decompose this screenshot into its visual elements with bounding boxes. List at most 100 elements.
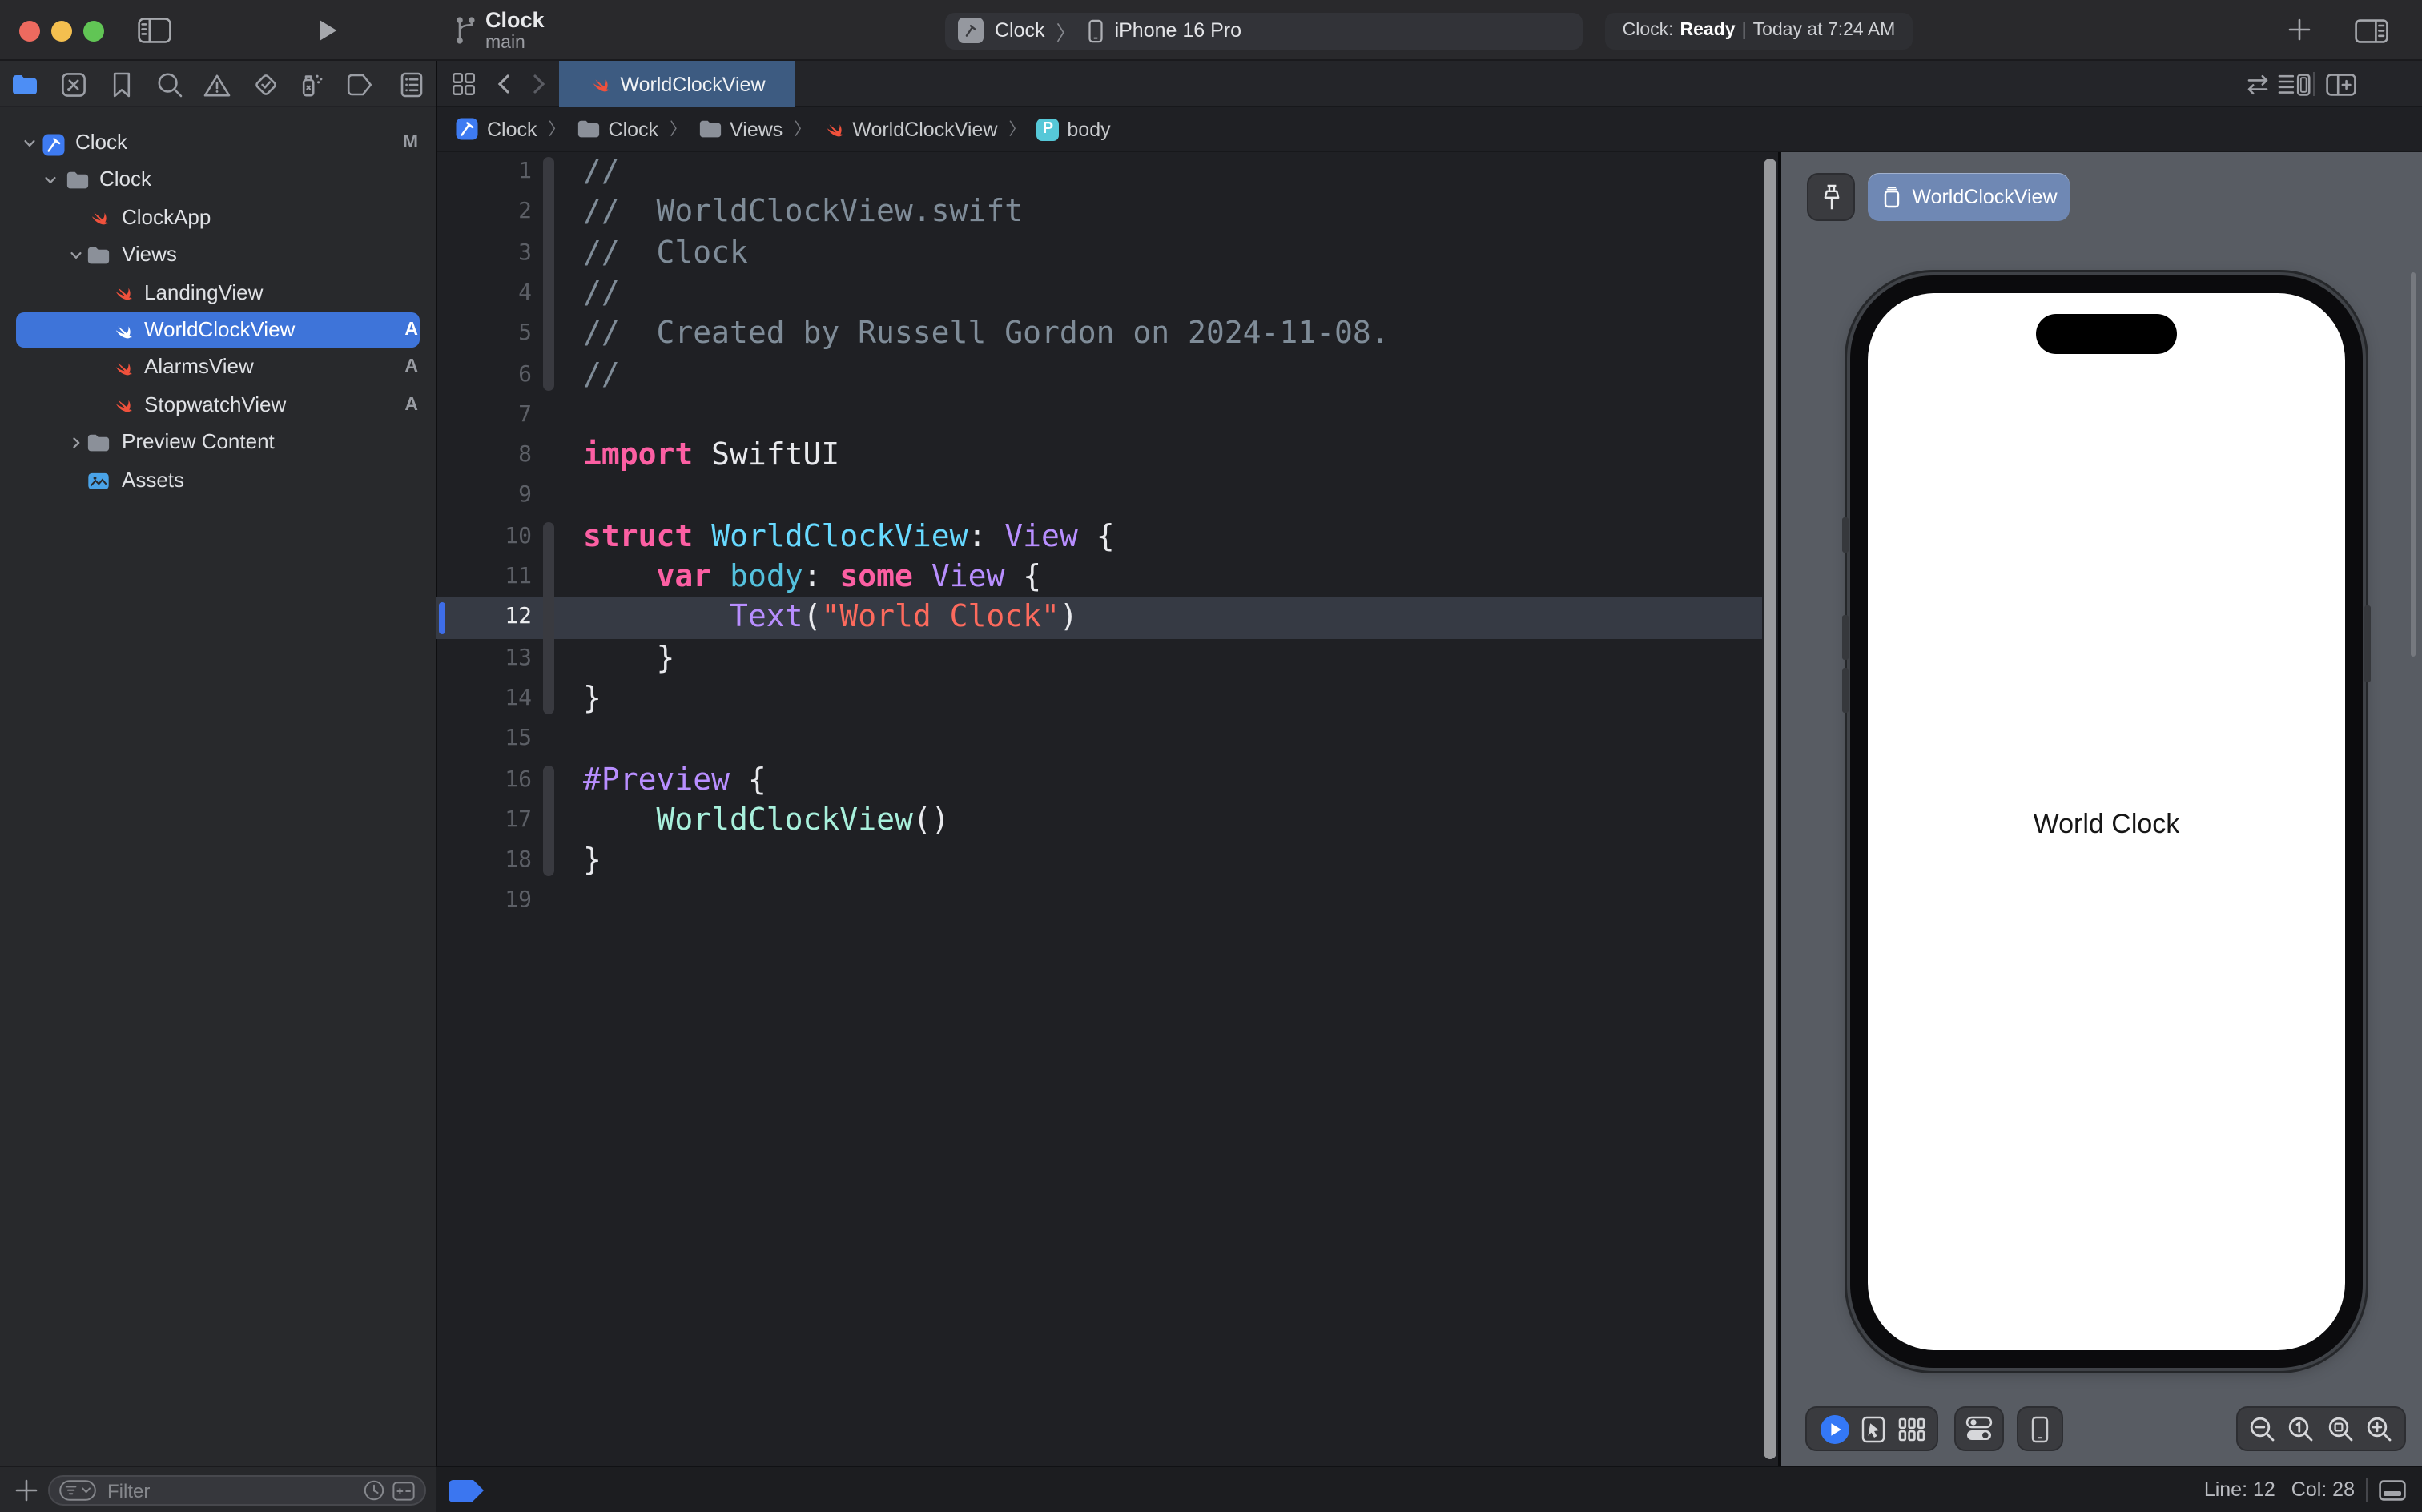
disclosure-down-icon[interactable] — [69, 247, 83, 262]
grid-variants-icon[interactable] — [1897, 1417, 1925, 1441]
zoom-in-icon[interactable] — [2366, 1415, 2393, 1442]
code-line[interactable]: var body: some View { — [583, 557, 1042, 598]
line-number[interactable]: 8 — [436, 436, 532, 477]
preview-target-pill[interactable]: WorldClockView — [1868, 173, 2070, 221]
sidebar-item-clock[interactable]: Clock M — [0, 125, 436, 160]
toggle-navigator-icon[interactable] — [138, 18, 171, 43]
code-line[interactable]: // Clock — [583, 233, 748, 274]
tests-navigator-icon[interactable] — [251, 70, 280, 99]
go-forward-icon[interactable] — [532, 74, 546, 94]
code-line[interactable]: struct WorldClockView: View { — [583, 517, 1115, 557]
inspector-toggle-icon[interactable] — [2355, 18, 2388, 42]
reports-navigator-icon[interactable] — [396, 70, 425, 99]
scheme-target[interactable]: Clock — [995, 19, 1045, 42]
line-number[interactable]: 18 — [436, 841, 532, 882]
line-number[interactable]: 5 — [436, 314, 532, 355]
line-number[interactable]: 2 — [436, 193, 532, 234]
live-preview-play-icon[interactable] — [1819, 1413, 1849, 1444]
code-line[interactable]: // — [583, 274, 620, 315]
filter-input[interactable] — [104, 1478, 356, 1503]
minimize-window-button[interactable] — [51, 20, 72, 41]
disclosure-down-icon[interactable] — [22, 135, 37, 150]
recent-filter-icon[interactable] — [364, 1480, 384, 1501]
close-window-button[interactable] — [19, 20, 40, 41]
sidebar-item-preview-content[interactable]: Preview Content — [0, 424, 436, 460]
zoom-out-icon[interactable] — [2249, 1415, 2276, 1442]
run-button[interactable] — [319, 19, 338, 42]
code-line[interactable]: WorldClockView() — [583, 801, 950, 842]
line-number[interactable]: 17 — [436, 801, 532, 842]
code-line[interactable]: // — [583, 355, 620, 396]
jumpbar-item-worldclockview[interactable]: WorldClockView — [822, 118, 997, 140]
line-number[interactable]: 6 — [436, 355, 532, 396]
filter-changes-icon[interactable] — [392, 1481, 415, 1500]
code-line[interactable]: } — [583, 841, 601, 882]
pointer-device-icon[interactable] — [1861, 1415, 1885, 1442]
line-number[interactable]: 12 — [436, 598, 532, 639]
jumpbar-item-views[interactable]: Views — [698, 118, 783, 140]
line-number[interactable]: 19 — [436, 882, 532, 923]
disclosure-right-icon[interactable] — [69, 435, 83, 449]
line-number[interactable]: 1 — [436, 152, 532, 193]
line-number[interactable]: 7 — [436, 396, 532, 436]
sidebar-item-views[interactable]: Views — [0, 237, 436, 272]
canvas-scrollbar[interactable] — [2411, 272, 2416, 657]
sidebar-item-alarmsview[interactable]: AlarmsView A — [0, 350, 436, 385]
line-number[interactable]: 16 — [436, 760, 532, 801]
sidebar-item-stopwatchview[interactable]: StopwatchView A — [0, 388, 436, 423]
line-number[interactable]: 10 — [436, 517, 532, 557]
bookmarks-navigator-icon[interactable] — [107, 70, 136, 99]
code-line[interactable]: // — [583, 152, 620, 193]
project-navigator-icon[interactable] — [10, 70, 38, 99]
related-items-icon[interactable] — [452, 72, 476, 96]
pin-preview-button[interactable] — [1807, 173, 1855, 221]
line-number[interactable]: 9 — [436, 477, 532, 517]
debug-navigator-icon[interactable] — [297, 70, 326, 99]
sidebar-item-assets[interactable]: Assets — [0, 462, 436, 497]
zoom-actual-icon[interactable] — [2288, 1415, 2315, 1442]
device-phone-icon[interactable] — [2031, 1415, 2049, 1442]
scheme-device[interactable]: iPhone 16 Pro — [1115, 19, 1241, 42]
line-number[interactable]: 15 — [436, 719, 532, 760]
sidebar-item-clock[interactable]: Clock — [0, 163, 436, 198]
jumpbar-item-clock[interactable]: Clock — [455, 117, 537, 141]
device-settings-toggles-icon[interactable] — [1965, 1416, 1993, 1442]
library-add-icon[interactable] — [2287, 18, 2311, 42]
source-control-navigator-icon[interactable] — [58, 70, 87, 99]
scheme-selector[interactable]: Clock 〉 iPhone 16 Pro — [945, 12, 1583, 49]
editor-options-icon[interactable] — [2278, 73, 2311, 95]
add-file-icon[interactable] — [14, 1478, 38, 1502]
code-line[interactable]: Text("World Clock") — [583, 598, 1078, 639]
breakpoints-toggle[interactable] — [449, 1479, 484, 1502]
code-line[interactable]: } — [583, 638, 675, 679]
preview-screen[interactable]: World Clock — [1868, 293, 2345, 1350]
code-editor[interactable]: 1 // 2 // WorldClockView.swift 3 // Clock 4 // 5… — [436, 152, 1762, 1466]
disclosure-down-icon[interactable] — [43, 173, 58, 187]
code-line[interactable]: // WorldClockView.swift — [583, 193, 1023, 234]
issues-navigator-icon[interactable] — [203, 70, 231, 99]
code-line[interactable]: import SwiftUI — [583, 436, 839, 477]
tab-worldclockview[interactable]: WorldClockView — [559, 61, 795, 107]
code-line[interactable]: // Created by Russell Gordon on 2024-11-… — [583, 314, 1390, 355]
filter-field[interactable] — [48, 1475, 426, 1506]
code-review-icon[interactable] — [2243, 73, 2273, 95]
code-line[interactable]: } — [583, 679, 601, 720]
line-number[interactable]: 13 — [436, 638, 532, 679]
go-back-icon[interactable] — [497, 74, 511, 94]
line-number[interactable]: 11 — [436, 557, 532, 598]
line-number[interactable]: 3 — [436, 233, 532, 274]
sidebar-item-landingview[interactable]: LandingView — [0, 275, 436, 310]
jumpbar-item-body[interactable]: Pbody — [1036, 118, 1111, 140]
line-number[interactable]: 14 — [436, 679, 532, 720]
add-editor-icon[interactable] — [2326, 73, 2356, 95]
sidebar-item-clockapp[interactable]: ClockApp — [0, 200, 436, 235]
breakpoints-navigator-icon[interactable] — [344, 70, 373, 99]
editor-scrollbar[interactable] — [1764, 159, 1776, 1459]
sidebar-item-worldclockview[interactable]: WorldClockView A — [0, 312, 436, 348]
line-number[interactable]: 4 — [436, 274, 532, 315]
zoom-fit-icon[interactable] — [2327, 1415, 2354, 1442]
find-navigator-icon[interactable] — [155, 70, 183, 99]
code-line[interactable]: #Preview { — [583, 760, 766, 801]
zoom-window-button[interactable] — [83, 20, 104, 41]
jumpbar-item-clock[interactable]: Clock — [577, 118, 658, 140]
